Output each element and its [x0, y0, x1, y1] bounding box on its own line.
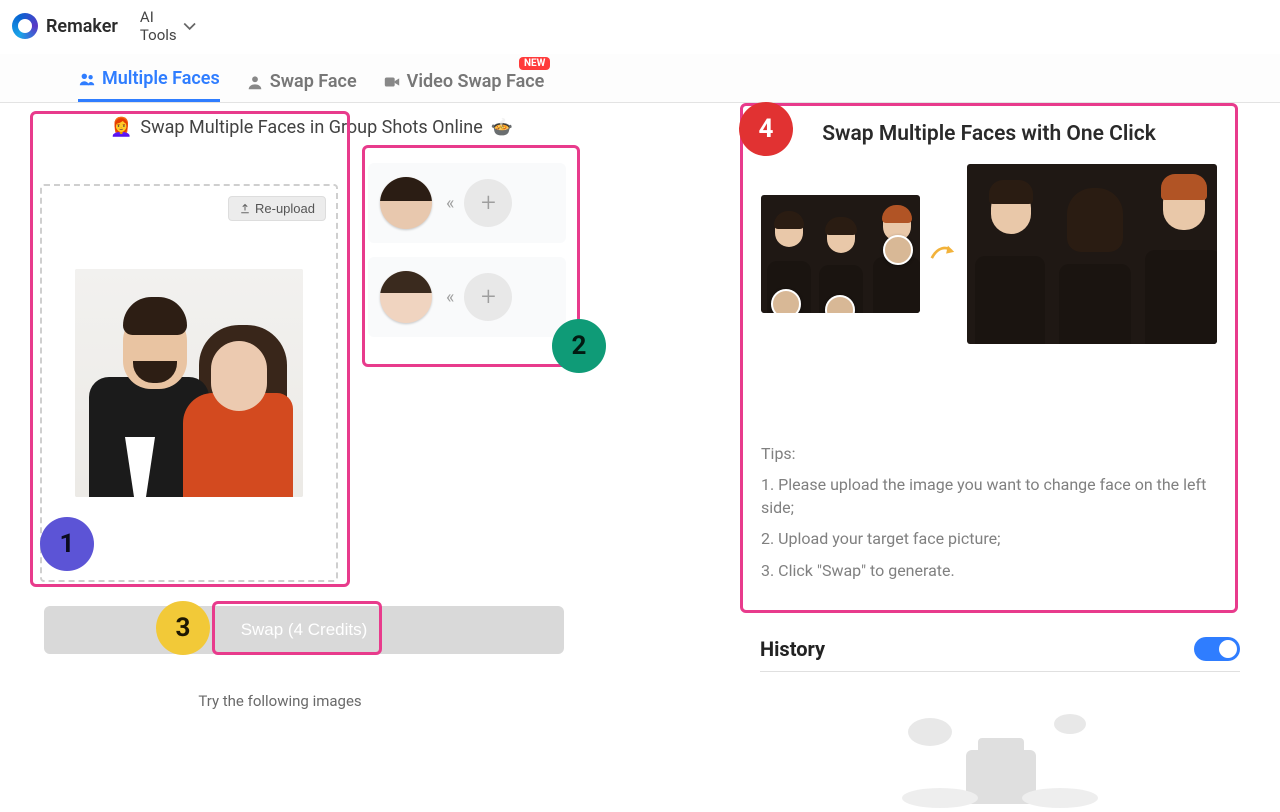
reupload-button[interactable]: Re-upload: [228, 196, 326, 221]
tip-item: 1. Please upload the image you want to c…: [761, 473, 1217, 519]
faces-panel: « + « +: [368, 163, 566, 337]
callout-badge-3: 3: [156, 601, 210, 655]
tab-label: Video Swap Face: [407, 71, 545, 92]
add-target-face-button[interactable]: +: [464, 179, 512, 227]
tab-label: Multiple Faces: [102, 68, 220, 89]
detected-face-thumb[interactable]: [380, 177, 432, 229]
tip-item: 2. Upload your target face picture;: [761, 527, 1217, 550]
person-icon: [246, 73, 264, 91]
arrow-left-icon: «: [446, 193, 450, 214]
history-label: History: [760, 637, 825, 661]
tab-video-swap-face[interactable]: Video Swap Face NEW: [383, 71, 545, 102]
logo-icon: [12, 13, 38, 39]
ai-tools-dropdown[interactable]: AI Tools: [140, 8, 198, 44]
chevron-down-icon: [181, 17, 198, 34]
right-column: 4 Swap Multiple Faces with One Click: [740, 103, 1260, 812]
people-icon: [78, 70, 96, 88]
face-row: « +: [368, 163, 566, 243]
swap-button[interactable]: Swap (4 Credits): [44, 606, 564, 654]
history-toggle[interactable]: [1194, 637, 1240, 661]
tab-multiple-faces[interactable]: Multiple Faces: [78, 68, 220, 102]
tip-item: 3. Click "Swap" to generate.: [761, 559, 1217, 582]
upload-icon: [239, 203, 251, 215]
demo-source-image: [761, 195, 920, 313]
empty-state-illustration: [740, 702, 1260, 812]
brand-name: Remaker: [46, 16, 118, 37]
info-title: Swap Multiple Faces with One Click: [761, 122, 1217, 146]
left-column: 👩‍🦰 Swap Multiple Faces in Group Shots O…: [0, 103, 730, 812]
callout-badge-2: 2: [552, 319, 606, 373]
uploaded-photo: [75, 269, 303, 497]
tabs-bar: Multiple Faces Swap Face Video Swap Face…: [0, 54, 1280, 103]
app-header: Remaker AI Tools: [0, 0, 1280, 54]
info-panel: 4 Swap Multiple Faces with One Click: [740, 103, 1238, 613]
detected-face-thumb[interactable]: [380, 271, 432, 323]
history-row: History: [740, 637, 1260, 661]
subtitle-text: Swap Multiple Faces in Group Shots Onlin…: [140, 117, 482, 138]
section-subtitle: 👩‍🦰 Swap Multiple Faces in Group Shots O…: [0, 113, 730, 146]
divider: [760, 671, 1240, 672]
callout-badge-1: 1: [40, 517, 94, 571]
pot-emoji-icon: 🍲: [491, 117, 513, 138]
tab-swap-face[interactable]: Swap Face: [246, 71, 357, 102]
demo-row: [761, 164, 1217, 344]
upload-zone[interactable]: Re-upload: [40, 184, 338, 582]
video-icon: [383, 73, 401, 91]
tips-label: Tips:: [761, 444, 1217, 463]
face-row: « +: [368, 257, 566, 337]
add-target-face-button[interactable]: +: [464, 273, 512, 321]
arrow-right-icon: [930, 242, 957, 266]
tab-label: Swap Face: [270, 71, 357, 92]
ai-tools-label: AI Tools: [140, 8, 177, 44]
reupload-label: Re-upload: [255, 201, 315, 216]
arrow-left-icon: «: [446, 287, 450, 308]
woman-emoji-icon: 👩‍🦰: [110, 117, 132, 138]
callout-badge-4: 4: [739, 102, 793, 156]
demo-output-image: [967, 164, 1217, 344]
try-images-label: Try the following images: [0, 692, 560, 710]
swap-button-label: Swap (4 Credits): [241, 620, 368, 640]
new-badge: NEW: [519, 57, 550, 70]
